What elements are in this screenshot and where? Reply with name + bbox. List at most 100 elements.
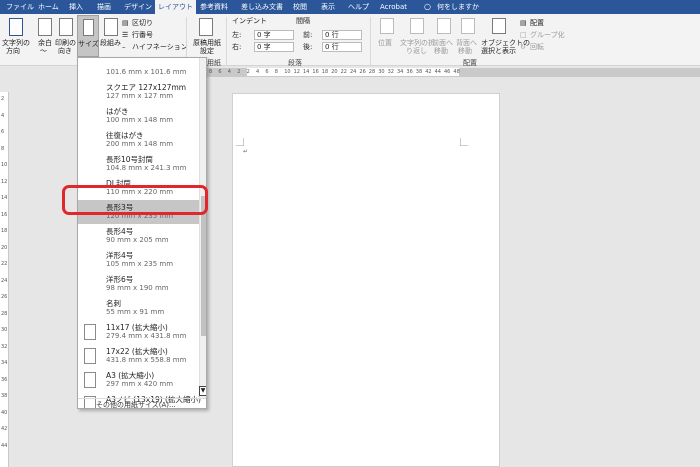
ruler-number: 28 [1,310,8,317]
ruler-number: 40 [1,409,8,416]
crop-mark-icon [460,138,468,146]
send-backward-label-2[interactable]: 移動 [458,47,472,55]
indent-left-field[interactable]: 0 字 [254,30,294,40]
paper-size-item[interactable]: 長形10号封筒 104.8 mm x 241.3 mm [78,152,199,176]
tab-mailings[interactable]: 差し込み文書 [241,0,283,14]
rotate-button[interactable]: 回転 [530,43,544,51]
tab-help[interactable]: ヘルプ [348,0,369,14]
align-button[interactable]: 配置 [530,19,544,27]
tab-acrobat[interactable]: Acrobat [380,0,407,14]
breaks-button[interactable]: 区切り [132,19,153,27]
ruler-number: 8 [274,69,278,75]
group-button[interactable]: グループ化 [530,31,565,39]
scroll-down-arrow-icon[interactable]: ▼ [199,386,206,396]
position-button[interactable]: 位置 [378,39,392,47]
paper-size-item[interactable]: スクエア 127x127mm 127 mm x 127 mm [78,80,199,104]
paper-size-dimensions: 127 mm x 127 mm [106,92,174,100]
columns-button[interactable]: 段組み [100,39,121,47]
orientation-icon [59,18,73,36]
indent-right-field[interactable]: 0 字 [254,42,294,52]
ruler-number: 2 [237,69,241,75]
scrollbar-thumb[interactable] [201,196,206,336]
tab-draw[interactable]: 描画 [97,0,111,14]
spacing-before-label: 前: [303,31,313,39]
bring-forward-button[interactable]: 前面へ [432,39,453,47]
send-backward-button[interactable]: 背面へ [456,39,477,47]
ruler-number: 44 [1,442,8,449]
paper-size-item[interactable]: 長形4号 90 mm x 205 mm [78,224,199,248]
paper-size-item[interactable]: 往復はがき 200 mm x 148 mm [78,128,199,152]
document-page[interactable]: ↵ [232,93,500,467]
paper-size-dimensions: 431.8 mm x 558.8 mm [106,356,187,364]
manuscript-icon [199,18,213,36]
ruler-number: 48 [453,69,460,75]
bring-forward-label-2[interactable]: 移動 [434,47,448,55]
paper-size-item[interactable]: 17x22 (拡大縮小) 431.8 mm x 558.8 mm [78,344,199,368]
ruler-number: 10 [284,69,291,75]
wrap-text-label-2[interactable]: り返し [406,47,427,55]
ruler-number: 36 [1,376,8,383]
ruler-number: 20 [331,69,338,75]
tab-home[interactable]: ホーム [38,0,59,14]
columns-icon [104,18,118,36]
lightbulb-icon: ○ [424,2,431,11]
manuscript-button[interactable]: 原稿用紙 [193,39,221,47]
more-paper-sizes-button[interactable]: その他の用紙サイズ(A)... [78,398,206,408]
paper-size-item[interactable]: 洋形4号 105 mm x 235 mm [78,248,199,272]
paper-size-dropdown[interactable]: 101.6 mm x 101.6 mm スクエア 127x127mm 127 mm … [77,57,207,409]
paper-size-item[interactable]: はがき 100 mm x 148 mm [78,104,199,128]
rotate-icon: ↻ [520,43,526,51]
tab-file[interactable]: ファイル [6,0,34,14]
orientation-label[interactable]: 印刷の [55,39,76,47]
dropdown-scrollbar[interactable] [199,58,206,398]
selection-pane-icon [492,18,506,34]
ruler-number: 34 [1,360,8,366]
wrap-text-icon [410,18,424,34]
crop-mark-icon [236,138,244,146]
tell-me-search[interactable]: 何をしますか [437,0,479,14]
paper-size-dimensions: 200 mm x 148 mm [106,140,174,148]
paper-size-dimensions: 101.6 mm x 101.6 mm [106,68,187,76]
vertical-ruler[interactable]: 2 4 6 8 10 12 14 16 18 20 22 24 26 28 30 32 34 36 38 40 42 44 [0,92,9,467]
size-button[interactable]: サイズ [77,15,99,57]
text-direction-label-2[interactable]: 方向 [6,47,20,55]
tab-review[interactable]: 校閲 [293,0,307,14]
ruler-number: 4 [1,112,5,119]
paper-size-item[interactable]: 11x17 (拡大縮小) 279.4 mm x 431.8 mm [78,320,199,344]
ruler-number: 6 [218,69,222,75]
bring-forward-icon [437,18,451,34]
tab-design[interactable]: デザイン [124,0,152,14]
paper-size-item[interactable]: A3 (拡大縮小) 297 mm x 420 mm [78,368,199,392]
wrap-text-button[interactable]: 文字列の折 [400,39,435,47]
text-direction-label[interactable]: 文字列の [2,39,30,47]
manuscript-label-2[interactable]: 設定 [200,47,214,55]
margins-dropdown-caret[interactable]: ～ [40,47,47,55]
tab-references[interactable]: 参考資料 [200,0,228,14]
paper-size-item[interactable]: 洋形6号 98 mm x 190 mm [78,272,199,296]
indent-title: インデント [232,17,267,25]
tab-view[interactable]: 表示 [321,0,335,14]
ruler-number: 32 [1,343,8,350]
horizontal-ruler[interactable]: 8 6 4 2 2 4 6 8 10 12 14 16 18 20 22 24 26 28 30 32 34 36 38 42… [207,68,700,77]
ruler-number: 12 [293,69,300,75]
paper-size-dimensions: 90 mm x 205 mm [106,236,169,244]
paper-size-dimensions: 100 mm x 148 mm [106,116,174,124]
margins-button[interactable]: 余白 [38,39,52,47]
selection-pane-label-2[interactable]: 選択と表示 [481,47,516,55]
ruler-number: 12 [1,178,8,185]
tab-layout[interactable]: レイアウト [155,0,196,14]
spacing-after-field[interactable]: 0 行 [322,42,362,52]
orientation-label-2[interactable]: 向き [58,47,72,55]
line-numbers-button[interactable]: 行番号 [132,31,153,39]
ruler-number: 38 [415,69,423,75]
line-numbers-icon: ☰ [122,31,129,39]
hyphenation-button[interactable]: ハイフネーション [132,43,188,51]
spacing-before-field[interactable]: 0 行 [322,30,362,40]
breaks-icon: ▤ [122,19,129,27]
paper-size-item[interactable]: 101.6 mm x 101.6 mm [78,58,199,80]
tab-insert[interactable]: 挿入 [69,0,83,14]
paper-size-item[interactable]: 名刺 55 mm x 91 mm [78,296,199,320]
position-icon [380,18,394,34]
ruler-number: 4 [227,69,231,75]
ruler-number: 8 [209,69,213,75]
